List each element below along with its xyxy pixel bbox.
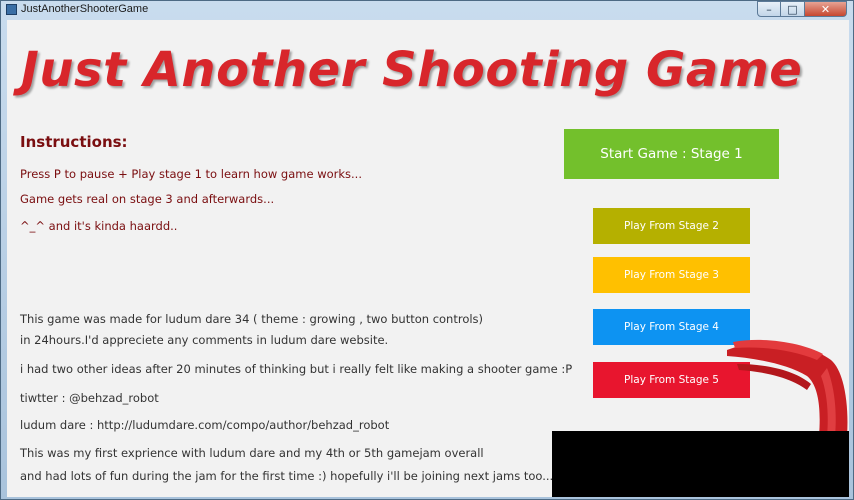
- red-tentacle-graphic: [727, 339, 848, 436]
- minimize-button[interactable]: –: [757, 1, 781, 17]
- about-line: This game was made for ludum dare 34 ( t…: [20, 312, 484, 326]
- about-line: and had lots of fun during the jam for t…: [20, 469, 554, 483]
- about-line: in 24hours.I'd appreciete any comments i…: [20, 333, 389, 347]
- play-stage-2-button[interactable]: Play From Stage 2: [593, 208, 750, 244]
- instruction-line: ^_^ and it's kinda haardd..: [20, 219, 178, 233]
- black-panel: [552, 431, 849, 497]
- about-line: i had two other ideas after 20 minutes o…: [20, 362, 573, 376]
- instruction-line: Press P to pause + Play stage 1 to learn…: [20, 167, 362, 181]
- app-window: JustAnotherShooterGame – □ ✕ Just Anothe…: [0, 0, 854, 500]
- game-canvas: Just Another Shooting Game Instructions:…: [7, 20, 849, 497]
- close-button[interactable]: ✕: [805, 1, 847, 17]
- window-title: JustAnotherShooterGame: [21, 3, 149, 15]
- about-line: This was my first exprience with ludum d…: [20, 446, 484, 460]
- about-line: tiwtter : @behzad_robot: [20, 391, 159, 405]
- play-stage-3-button[interactable]: Play From Stage 3: [593, 257, 750, 293]
- app-icon: [6, 4, 17, 15]
- instructions-heading: Instructions:: [20, 133, 128, 151]
- window-controls: – □ ✕: [757, 1, 847, 17]
- title-bar[interactable]: JustAnotherShooterGame – □ ✕: [1, 1, 853, 19]
- maximize-button[interactable]: □: [781, 1, 805, 17]
- game-title: Just Another Shooting Game: [21, 42, 803, 98]
- start-game-button[interactable]: Start Game : Stage 1: [564, 129, 779, 179]
- instruction-line: Game gets real on stage 3 and afterwards…: [20, 192, 275, 206]
- about-line: ludum dare : http://ludumdare.com/compo/…: [20, 418, 390, 432]
